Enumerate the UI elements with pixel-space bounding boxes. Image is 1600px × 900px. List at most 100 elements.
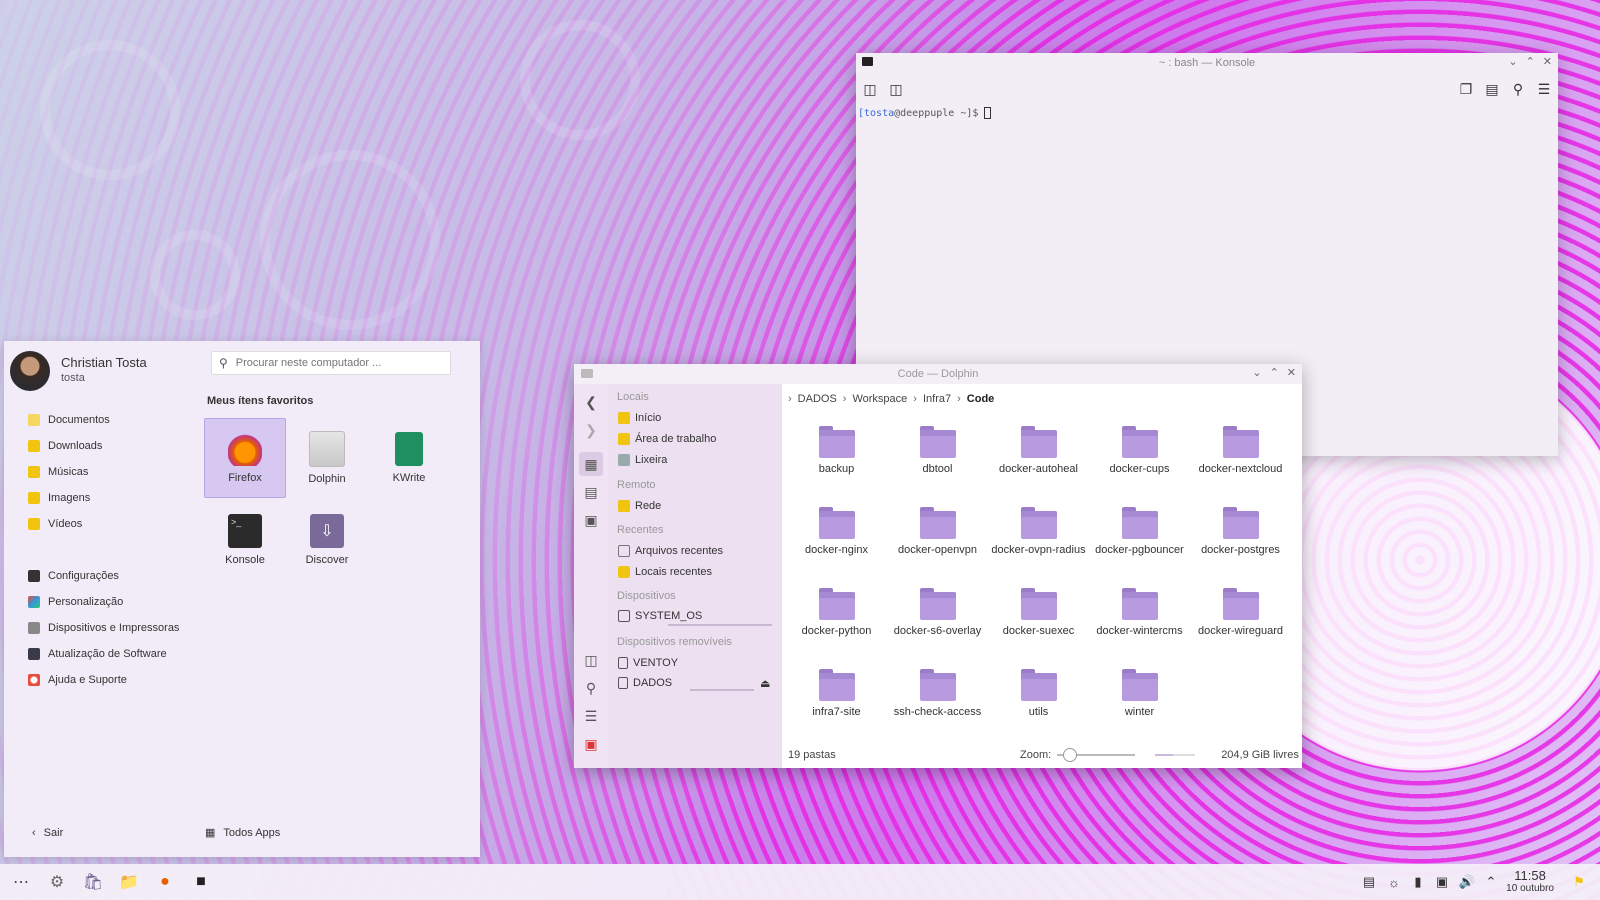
- back-icon[interactable]: ❮: [579, 390, 603, 414]
- place-home[interactable]: Início: [618, 412, 661, 424]
- places-section-header: Dispositivos removíveis: [617, 636, 732, 648]
- maximize-icon[interactable]: ⌃: [1526, 55, 1535, 68]
- konsole-titlebar[interactable]: ~ : bash — Konsole ⌄ ⌃ ✕: [856, 53, 1558, 73]
- system-settings[interactable]: Configurações: [28, 570, 119, 582]
- terminal-area[interactable]: [tosta@deeppuple ~]$: [856, 105, 1558, 121]
- firefox-icon[interactable]: ●: [152, 870, 178, 894]
- minimize-icon[interactable]: ⌄: [1508, 55, 1517, 68]
- folder-item[interactable]: docker-postgres: [1190, 507, 1291, 588]
- terminal-icon[interactable]: ■: [188, 870, 214, 894]
- notification-icon[interactable]: ⚑: [1570, 873, 1588, 891]
- brightness-icon[interactable]: ☼: [1385, 873, 1403, 891]
- place-music[interactable]: Músicas: [28, 466, 88, 478]
- folder-item[interactable]: utils: [988, 669, 1089, 750]
- system-help[interactable]: Ajuda e Suporte: [28, 674, 127, 686]
- app-grid-icon[interactable]: ⋯: [8, 870, 34, 894]
- favorite-firefox[interactable]: Firefox: [204, 418, 286, 498]
- panels-icon[interactable]: ◫: [579, 648, 603, 672]
- folder-item[interactable]: docker-autoheal: [988, 426, 1089, 507]
- paste-icon[interactable]: ▤: [1484, 81, 1500, 97]
- breadcrumb-infra7[interactable]: Infra7: [923, 393, 951, 405]
- details-view-icon[interactable]: ▣: [579, 508, 603, 532]
- close-icon[interactable]: ✕: [1543, 55, 1552, 68]
- place-recent-files[interactable]: Arquivos recentes: [618, 545, 723, 557]
- all-apps-button[interactable]: ▦ Todos Apps: [205, 826, 280, 840]
- favorite-kwrite[interactable]: KWrite: [368, 418, 450, 498]
- discover-icon[interactable]: 🛍: [80, 870, 106, 894]
- folder-item[interactable]: docker-cups: [1089, 426, 1190, 507]
- chevron-up-icon[interactable]: ⌃: [1482, 873, 1500, 891]
- clock[interactable]: 11:58 10 outubro: [1506, 868, 1554, 894]
- search-icon[interactable]: ⚲: [1510, 81, 1526, 97]
- usb-icon[interactable]: ▮: [1409, 873, 1427, 891]
- file-view[interactable]: › DADOS › Workspace › Infra7 › Code back…: [782, 384, 1302, 768]
- window-controls: ⌄ ⌃ ✕: [1252, 366, 1296, 379]
- breadcrumb-workspace[interactable]: Workspace: [852, 393, 907, 405]
- drive-icon: [618, 610, 630, 622]
- trash-icon[interactable]: ▣: [579, 732, 603, 756]
- network-icon[interactable]: ▣: [1433, 873, 1451, 891]
- device-system-os[interactable]: SYSTEM_OS: [618, 610, 702, 622]
- search-icon[interactable]: ⚲: [579, 676, 603, 700]
- new-tab-icon[interactable]: ◫: [862, 81, 878, 97]
- search-input[interactable]: [233, 356, 438, 370]
- folder-item[interactable]: docker-nextcloud: [1190, 426, 1291, 507]
- folder-item[interactable]: docker-wireguard: [1190, 588, 1291, 669]
- menu-icon[interactable]: ☰: [579, 704, 603, 728]
- chevron-right-icon: ›: [913, 393, 917, 405]
- menu-icon[interactable]: ☰: [1536, 81, 1552, 97]
- favorite-dolphin[interactable]: Dolphin: [286, 418, 368, 498]
- breadcrumb-dados[interactable]: DADOS: [798, 393, 837, 405]
- folder-item[interactable]: docker-suexec: [988, 588, 1089, 669]
- dolphin-window[interactable]: Code — Dolphin ⌄ ⌃ ✕ ❮ ❯ ▦ ▤ ▣ ◫ ⚲ ☰ ▣ L…: [574, 364, 1302, 768]
- folder-item[interactable]: dbtool: [887, 426, 988, 507]
- place-desktop[interactable]: Área de trabalho: [618, 433, 716, 445]
- settings-icon[interactable]: ⚙: [44, 870, 70, 894]
- files-icon[interactable]: 📁: [116, 870, 142, 894]
- forward-icon[interactable]: ❯: [579, 418, 603, 442]
- place-videos[interactable]: Vídeos: [28, 518, 82, 530]
- maximize-icon[interactable]: ⌃: [1270, 366, 1279, 379]
- eject-icon[interactable]: ⏏: [760, 677, 770, 690]
- folder-name: docker-autoheal: [999, 463, 1078, 475]
- folder-item[interactable]: winter: [1089, 669, 1190, 750]
- favorite-konsole[interactable]: >_ Konsole: [204, 500, 286, 580]
- copy-icon[interactable]: ❐: [1458, 81, 1474, 97]
- volume-icon[interactable]: 🔊: [1458, 873, 1476, 891]
- exit-button[interactable]: ‹ Sair: [32, 827, 63, 839]
- clipboard-icon[interactable]: ▤: [1360, 873, 1378, 891]
- icons-view-icon[interactable]: ▦: [579, 452, 603, 476]
- folder-item[interactable]: docker-python: [786, 588, 887, 669]
- place-documents[interactable]: Documentos: [28, 414, 110, 426]
- avatar[interactable]: [10, 351, 50, 391]
- zoom-slider[interactable]: [1057, 748, 1136, 762]
- folder-item[interactable]: docker-nginx: [786, 507, 887, 588]
- system-update[interactable]: Atualização de Software: [28, 648, 167, 660]
- folder-item[interactable]: infra7-site: [786, 669, 887, 750]
- folder-item[interactable]: backup: [786, 426, 887, 507]
- folder-item[interactable]: docker-ovpn-radius: [988, 507, 1089, 588]
- folder-item[interactable]: docker-wintercms: [1089, 588, 1190, 669]
- system-personalization[interactable]: Personalização: [28, 596, 123, 608]
- compact-view-icon[interactable]: ▤: [579, 480, 603, 504]
- close-icon[interactable]: ✕: [1287, 366, 1296, 379]
- folder-item[interactable]: docker-openvpn: [887, 507, 988, 588]
- place-recent-locations[interactable]: Locais recentes: [618, 566, 712, 578]
- place-network[interactable]: Rede: [618, 500, 661, 512]
- search-box[interactable]: ⚲: [211, 351, 451, 375]
- folder-item[interactable]: docker-pgbouncer: [1089, 507, 1190, 588]
- place-downloads[interactable]: Downloads: [28, 440, 102, 452]
- device-ventoy[interactable]: VENTOY: [618, 657, 678, 669]
- folder-item[interactable]: docker-s6-overlay: [887, 588, 988, 669]
- place-pictures[interactable]: Imagens: [28, 492, 90, 504]
- folder-item[interactable]: ssh-check-access: [887, 669, 988, 750]
- place-trash[interactable]: Lixeira: [618, 454, 667, 466]
- breadcrumb-current[interactable]: Code: [967, 393, 995, 405]
- minimize-icon[interactable]: ⌄: [1252, 366, 1261, 379]
- device-dados[interactable]: DADOS: [618, 677, 672, 689]
- dolphin-titlebar[interactable]: Code — Dolphin ⌄ ⌃ ✕: [574, 364, 1302, 384]
- favorite-discover[interactable]: ⇩ Discover: [286, 500, 368, 580]
- zoom-slider-knob[interactable]: [1062, 748, 1077, 762]
- split-view-icon[interactable]: ◫: [888, 81, 904, 97]
- system-devices[interactable]: Dispositivos e Impressoras: [28, 622, 179, 634]
